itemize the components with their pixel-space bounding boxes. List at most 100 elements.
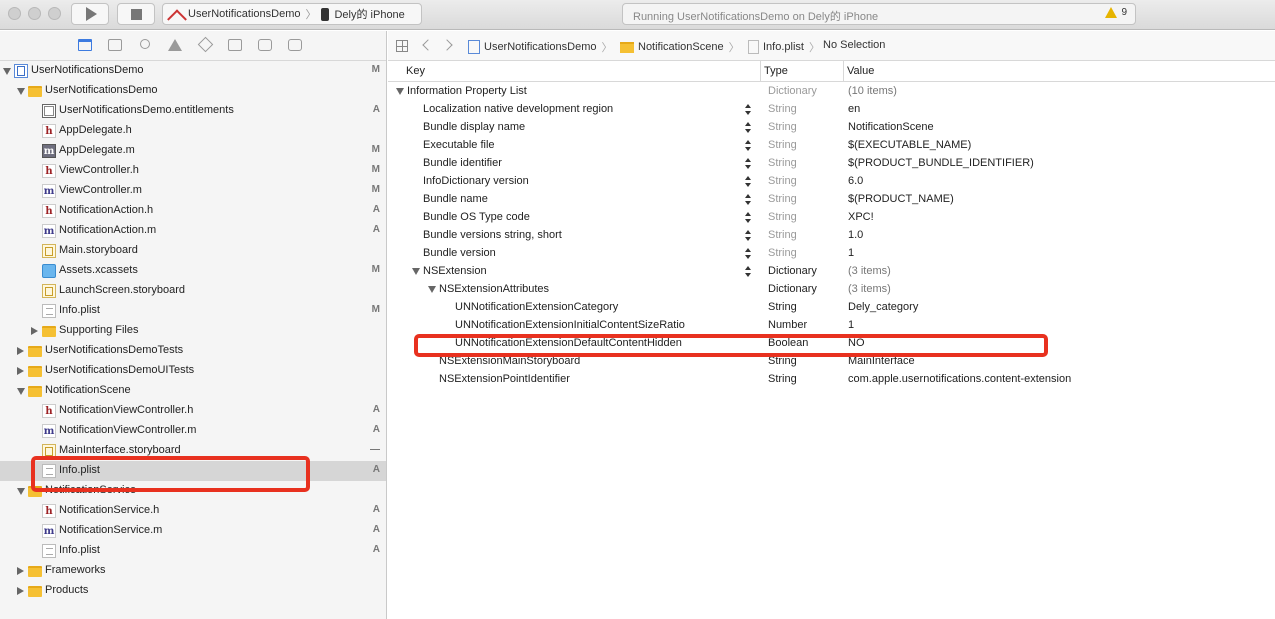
plist-value[interactable]: en — [848, 103, 860, 115]
related-items-grid-icon[interactable] — [396, 40, 408, 52]
close-window-button[interactable] — [8, 7, 21, 20]
plist-row[interactable]: NSExtension Dictionary (3 items) — [388, 263, 1275, 281]
tree-item[interactable]: Main.storyboard — [0, 241, 386, 261]
issue-navigator-tab-warning-icon[interactable] — [168, 39, 182, 51]
plist-key[interactable]: Bundle versions string, short — [423, 229, 562, 241]
plist-row[interactable]: InfoDictionary version String 6.0 — [388, 173, 1275, 191]
plist-row[interactable]: UNNotificationExtensionCategory String Del… — [388, 299, 1275, 317]
key-column-header[interactable]: Key — [406, 65, 425, 77]
plist-type[interactable]: String — [768, 247, 797, 259]
breadcrumb-file[interactable]: Info.plist 〉 — [748, 39, 820, 55]
plist-value[interactable]: MainInterface — [848, 355, 915, 367]
plist-value[interactable]: 1 — [848, 319, 854, 331]
tree-item[interactable]: Products — [0, 581, 386, 601]
plist-key[interactable]: InfoDictionary version — [423, 175, 529, 187]
key-stepper-icon[interactable] — [744, 212, 752, 224]
back-chevron-icon[interactable] — [422, 39, 434, 51]
plist-value[interactable]: $(PRODUCT_NAME) — [848, 193, 954, 205]
disclosure-closed-icon[interactable] — [17, 587, 24, 595]
disclosure-closed-icon[interactable] — [17, 367, 24, 375]
plist-row[interactable]: Bundle display name String NotificationSce… — [388, 119, 1275, 137]
breadcrumb-selection[interactable]: No Selection — [823, 39, 885, 51]
tree-item[interactable]: NotificationService — [0, 481, 386, 501]
disclosure-closed-icon[interactable] — [17, 347, 24, 355]
plist-value[interactable]: $(EXECUTABLE_NAME) — [848, 139, 971, 151]
plist-type[interactable]: String — [768, 139, 797, 151]
tree-item[interactable]: h NotificationViewController.h A — [0, 401, 386, 421]
debug-navigator-tab-debug-icon[interactable] — [228, 39, 242, 51]
find-navigator-tab-search-icon[interactable] — [140, 39, 150, 49]
plist-row[interactable]: Bundle name String $(PRODUCT_NAME) — [388, 191, 1275, 209]
tree-item[interactable]: LaunchScreen.storyboard — [0, 281, 386, 301]
disclosure-open-icon[interactable] — [17, 488, 25, 495]
disclosure-open-icon[interactable] — [396, 88, 404, 95]
key-stepper-icon[interactable] — [744, 176, 752, 188]
plist-row[interactable]: UNNotificationExtensionInitialContentSiz… — [388, 317, 1275, 335]
key-stepper-icon[interactable] — [744, 194, 752, 206]
key-stepper-icon[interactable] — [744, 248, 752, 260]
plist-key[interactable]: Bundle OS Type code — [423, 211, 530, 223]
type-column-header[interactable]: Type — [764, 65, 788, 77]
plist-key[interactable]: NSExtensionMainStoryboard — [439, 355, 580, 367]
plist-value[interactable]: (10 items) — [848, 85, 897, 97]
plist-row[interactable]: Bundle version String 1 — [388, 245, 1275, 263]
plist-row[interactable]: Information Property List Dictionary (10 i… — [388, 83, 1275, 101]
minimize-window-button[interactable] — [28, 7, 41, 20]
key-stepper-icon[interactable] — [744, 266, 752, 278]
plist-type[interactable]: Boolean — [768, 337, 808, 349]
plist-type[interactable]: String — [768, 301, 797, 313]
plist-value[interactable]: Dely_category — [848, 301, 918, 313]
warning-indicator[interactable]: 9 — [1105, 7, 1127, 18]
disclosure-closed-icon[interactable] — [17, 567, 24, 575]
tree-item[interactable]: m NotificationService.m A — [0, 521, 386, 541]
plist-type[interactable]: Number — [768, 319, 807, 331]
plist-type[interactable]: String — [768, 193, 797, 205]
plist-value[interactable]: com.apple.usernotifications.content-exte… — [848, 373, 1071, 385]
disclosure-open-icon[interactable] — [3, 68, 11, 75]
disclosure-open-icon[interactable] — [17, 388, 25, 395]
plist-type[interactable]: String — [768, 157, 797, 169]
plist-key[interactable]: Bundle version — [423, 247, 496, 259]
tree-item[interactable]: Supporting Files — [0, 321, 386, 341]
plist-key[interactable]: NSExtensionPointIdentifier — [439, 373, 570, 385]
plist-row[interactable]: NSExtensionAttributes Dictionary (3 items) — [388, 281, 1275, 299]
breakpoint-navigator-tab-breakpoint-icon[interactable] — [258, 39, 272, 51]
tree-item[interactable]: h AppDelegate.h — [0, 121, 386, 141]
column-divider[interactable] — [843, 61, 844, 82]
tree-item[interactable]: UserNotificationsDemo M — [0, 61, 386, 81]
tree-item[interactable]: MainInterface.storyboard — — [0, 441, 386, 461]
plist-value[interactable]: (3 items) — [848, 283, 891, 295]
plist-value[interactable]: (3 items) — [848, 265, 891, 277]
plist-row[interactable]: Executable file String $(EXECUTABLE_NAME) — [388, 137, 1275, 155]
key-stepper-icon[interactable] — [744, 158, 752, 170]
tree-item[interactable]: Info.plist M — [0, 301, 386, 321]
tree-item[interactable]: Frameworks — [0, 561, 386, 581]
plist-key[interactable]: Bundle display name — [423, 121, 525, 133]
plist-key[interactable]: Localization native development region — [423, 103, 613, 115]
tree-item[interactable]: m NotificationAction.m A — [0, 221, 386, 241]
disclosure-open-icon[interactable] — [412, 268, 420, 275]
plist-row[interactable]: NSExtensionPointIdentifier String com.appl… — [388, 371, 1275, 389]
plist-key[interactable]: Bundle identifier — [423, 157, 502, 169]
plist-key[interactable]: Executable file — [423, 139, 495, 151]
plist-value[interactable]: $(PRODUCT_BUNDLE_IDENTIFIER) — [848, 157, 1034, 169]
plist-row[interactable]: Bundle OS Type code String XPC! — [388, 209, 1275, 227]
value-column-header[interactable]: Value — [847, 65, 874, 77]
plist-row[interactable]: Bundle versions string, short String 1.0 — [388, 227, 1275, 245]
plist-type[interactable]: String — [768, 121, 797, 133]
tree-item[interactable]: h NotificationService.h A — [0, 501, 386, 521]
disclosure-open-icon[interactable] — [428, 286, 436, 293]
key-stepper-icon[interactable] — [744, 230, 752, 242]
plist-value[interactable]: NotificationScene — [848, 121, 934, 133]
plist-type[interactable]: String — [768, 211, 797, 223]
breadcrumb-folder[interactable]: NotificationScene 〉 — [620, 39, 740, 55]
plist-key[interactable]: UNNotificationExtensionInitialContentSiz… — [455, 319, 685, 331]
run-button[interactable] — [71, 3, 109, 25]
plist-value[interactable]: 1 — [848, 247, 854, 259]
plist-row[interactable]: UNNotificationExtensionDefaultContentHid… — [388, 335, 1275, 353]
plist-type[interactable]: Dictionary — [768, 265, 817, 277]
plist-key[interactable]: UNNotificationExtensionDefaultContentHid… — [455, 337, 682, 349]
plist-row[interactable]: Localization native development region St… — [388, 101, 1275, 119]
plist-value[interactable]: NO — [848, 337, 865, 349]
plist-type[interactable]: String — [768, 175, 797, 187]
